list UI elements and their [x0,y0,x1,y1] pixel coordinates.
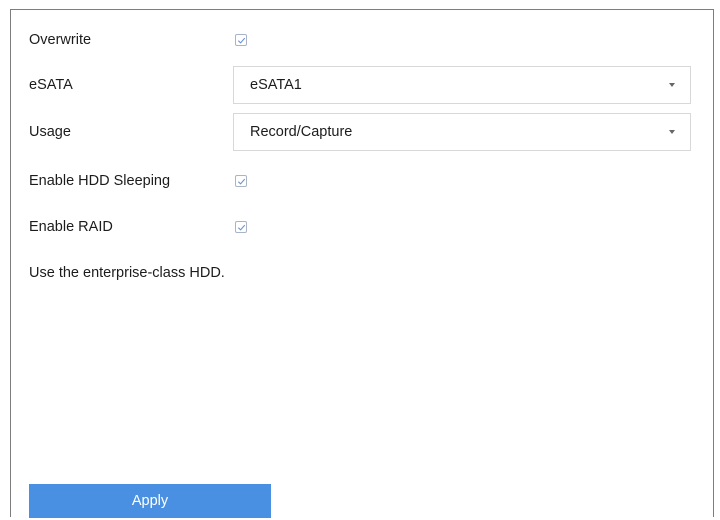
raid-row: Enable RAID [11,208,713,246]
checkmark-icon [237,37,246,44]
apply-button[interactable]: Apply [29,484,271,518]
raid-checkbox[interactable] [235,221,247,233]
usage-select[interactable]: Record/Capture [233,113,691,151]
esata-select[interactable]: eSATA1 [233,66,691,104]
esata-select-value: eSATA1 [250,77,302,93]
esata-label: eSATA [29,77,73,93]
raid-label: Enable RAID [29,219,113,235]
usage-select-value: Record/Capture [250,124,353,140]
enterprise-hdd-note: Use the enterprise-class HDD. [29,265,225,281]
usage-row: Usage Record/Capture [11,113,713,151]
hdd-sleeping-label: Enable HDD Sleeping [29,173,171,189]
overwrite-row: Overwrite [11,21,713,59]
overwrite-label: Overwrite [29,32,92,48]
hdd-sleeping-checkbox[interactable] [235,175,247,187]
chevron-down-icon [669,83,675,87]
hdd-settings-panel: Overwrite eSATA eSATA1 Usage Record/Capt… [10,9,714,518]
esata-row: eSATA eSATA1 [11,66,713,104]
usage-label: Usage [29,124,71,140]
overwrite-checkbox[interactable] [235,34,247,46]
checkmark-icon [237,224,246,231]
hdd-sleeping-row: Enable HDD Sleeping [11,162,713,200]
chevron-down-icon [669,130,675,134]
checkmark-icon [237,178,246,185]
